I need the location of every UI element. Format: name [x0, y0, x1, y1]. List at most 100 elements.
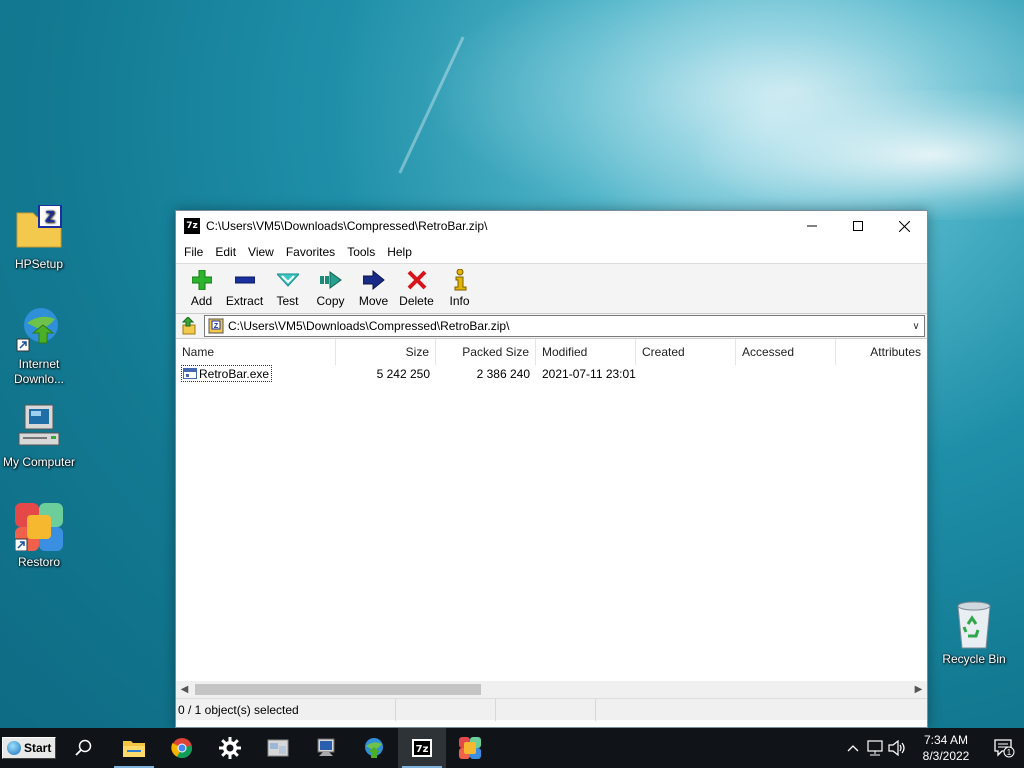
title-bar[interactable]: 7z C:\Users\VM5\Downloads\Compressed\Ret…: [176, 211, 927, 241]
status-cell-4: [596, 699, 927, 721]
column-header-packed-size[interactable]: Packed Size: [436, 339, 536, 365]
taskbar-restoro[interactable]: [446, 728, 494, 768]
menu-help[interactable]: Help: [381, 245, 418, 259]
file-attributes: [836, 365, 927, 383]
volume-button[interactable]: [886, 728, 908, 768]
taskbar-7zip[interactable]: 7z: [398, 728, 447, 768]
extract-button[interactable]: Extract: [223, 268, 266, 308]
desktop-icon-hpsetup[interactable]: Z HPSetup: [0, 204, 78, 272]
taskbar-file-explorer[interactable]: [110, 728, 158, 768]
address-path: C:\Users\VM5\Downloads\Compressed\RetroB…: [228, 319, 510, 333]
system-tray: 7:34 AM 8/3/2022 1: [842, 728, 1024, 768]
desktop-icon-label: HPSetup: [14, 257, 64, 271]
taskbar-settings[interactable]: [206, 728, 254, 768]
notification-count: 1: [1007, 748, 1012, 757]
add-label: Add: [190, 294, 213, 308]
menu-bar: File Edit View Favorites Tools Help: [176, 241, 927, 263]
network-button[interactable]: [864, 728, 886, 768]
file-row[interactable]: RetroBar.exe 5 242 250 2 386 240 2021-07…: [176, 365, 927, 383]
taskbar-internet-download-manager[interactable]: [350, 728, 398, 768]
chevron-down-icon[interactable]: ∨: [908, 321, 924, 332]
zip-folder-icon: Z: [15, 204, 63, 253]
action-center-button[interactable]: 1: [984, 728, 1024, 768]
delete-button[interactable]: Delete: [395, 268, 438, 308]
desktop-icon-label: My Computer: [2, 455, 76, 469]
7zip-icon: 7z: [412, 739, 433, 757]
minimize-button[interactable]: [789, 211, 835, 241]
info-button[interactable]: Info: [438, 268, 481, 308]
desktop-icon-my-computer[interactable]: My Computer: [0, 403, 78, 470]
recycle-bin-icon: [950, 600, 998, 649]
up-folder-button[interactable]: [176, 314, 204, 338]
test-label: Test: [276, 294, 299, 308]
status-selection: 0 / 1 object(s) selected: [176, 698, 396, 721]
7zip-file-manager-window[interactable]: 7z C:\Users\VM5\Downloads\Compressed\Ret…: [175, 210, 928, 728]
file-list-header: Name Size Packed Size Modified Created A…: [176, 339, 927, 365]
desktop-icon-internet-download[interactable]: Internet Downlo...: [0, 305, 78, 387]
taskbar-windows-app[interactable]: [254, 728, 302, 768]
move-button[interactable]: Move: [352, 268, 395, 308]
file-name-focus[interactable]: RetroBar.exe: [181, 365, 273, 382]
file-list[interactable]: RetroBar.exe 5 242 250 2 386 240 2021-07…: [176, 365, 927, 681]
column-header-size[interactable]: Size: [336, 339, 436, 365]
network-icon: [867, 740, 883, 756]
speaker-icon: [888, 740, 905, 756]
clock-time: 7:34 AM: [923, 733, 969, 747]
show-hidden-icons-button[interactable]: [842, 728, 864, 768]
clock[interactable]: 7:34 AM 8/3/2022: [908, 732, 984, 764]
desktop-icon-label: Restoro: [17, 555, 61, 569]
scroll-track[interactable]: [193, 681, 910, 698]
search-icon: [75, 739, 92, 756]
taskbar-monitor-app[interactable]: [302, 728, 350, 768]
search-button[interactable]: [60, 728, 108, 768]
start-button[interactable]: Start: [2, 737, 57, 759]
notification-icon: 1: [994, 739, 1015, 758]
add-button[interactable]: Add: [180, 268, 223, 308]
scroll-left-icon[interactable]: ◀: [176, 684, 193, 695]
taskbar-chrome[interactable]: [158, 728, 206, 768]
file-accessed: [736, 365, 836, 383]
desktop-icon-recycle-bin[interactable]: Recycle Bin: [935, 600, 1013, 667]
minus-icon: [223, 268, 266, 292]
svg-text:Z: Z: [214, 323, 219, 330]
status-cell-2: [396, 698, 496, 721]
window-manager-icon: [267, 739, 289, 757]
check-icon: [266, 268, 309, 292]
desktop-wallpaper-wave: [700, 90, 1024, 220]
horizontal-scrollbar[interactable]: ◀ ▶: [176, 681, 927, 698]
menu-view[interactable]: View: [242, 245, 280, 259]
scroll-thumb[interactable]: [195, 684, 481, 695]
menu-tools[interactable]: Tools: [341, 245, 381, 259]
address-combobox[interactable]: Z C:\Users\VM5\Downloads\Compressed\Retr…: [204, 315, 925, 337]
svg-text:7z: 7z: [416, 744, 429, 755]
move-label: Move: [358, 294, 389, 308]
column-header-name[interactable]: Name: [176, 339, 336, 365]
close-button[interactable]: [881, 211, 927, 241]
move-arrow-icon: [352, 268, 395, 292]
test-button[interactable]: Test: [266, 268, 309, 308]
menu-favorites[interactable]: Favorites: [280, 245, 341, 259]
desktop-icon-restoro[interactable]: Restoro: [0, 503, 78, 570]
monitor-icon: [317, 738, 335, 756]
zip-archive-icon: Z: [208, 318, 224, 334]
file-modified: 2021-07-11 23:01: [542, 367, 636, 381]
copy-arrow-icon: [309, 268, 352, 292]
menu-edit[interactable]: Edit: [209, 245, 242, 259]
gear-icon: [219, 737, 242, 759]
scroll-right-icon[interactable]: ▶: [910, 684, 927, 695]
info-icon: [438, 268, 481, 292]
maximize-button[interactable]: [835, 211, 881, 241]
restoro-icon: [14, 503, 63, 552]
window-title: C:\Users\VM5\Downloads\Compressed\RetroB…: [206, 219, 488, 233]
delete-x-icon: [395, 268, 438, 292]
column-header-accessed[interactable]: Accessed: [736, 339, 836, 365]
taskbar: Start 7z 7:34 AM 8/3/2022 1: [0, 728, 1024, 768]
file-name-cell: RetroBar.exe: [176, 365, 336, 383]
copy-button[interactable]: Copy: [309, 268, 352, 308]
idm-globe-icon: [15, 305, 63, 353]
column-header-attributes[interactable]: Attributes: [836, 339, 927, 365]
minimize-icon: [807, 225, 817, 227]
column-header-created[interactable]: Created: [636, 339, 736, 365]
column-header-modified[interactable]: Modified: [536, 339, 636, 365]
menu-file[interactable]: File: [178, 245, 209, 259]
